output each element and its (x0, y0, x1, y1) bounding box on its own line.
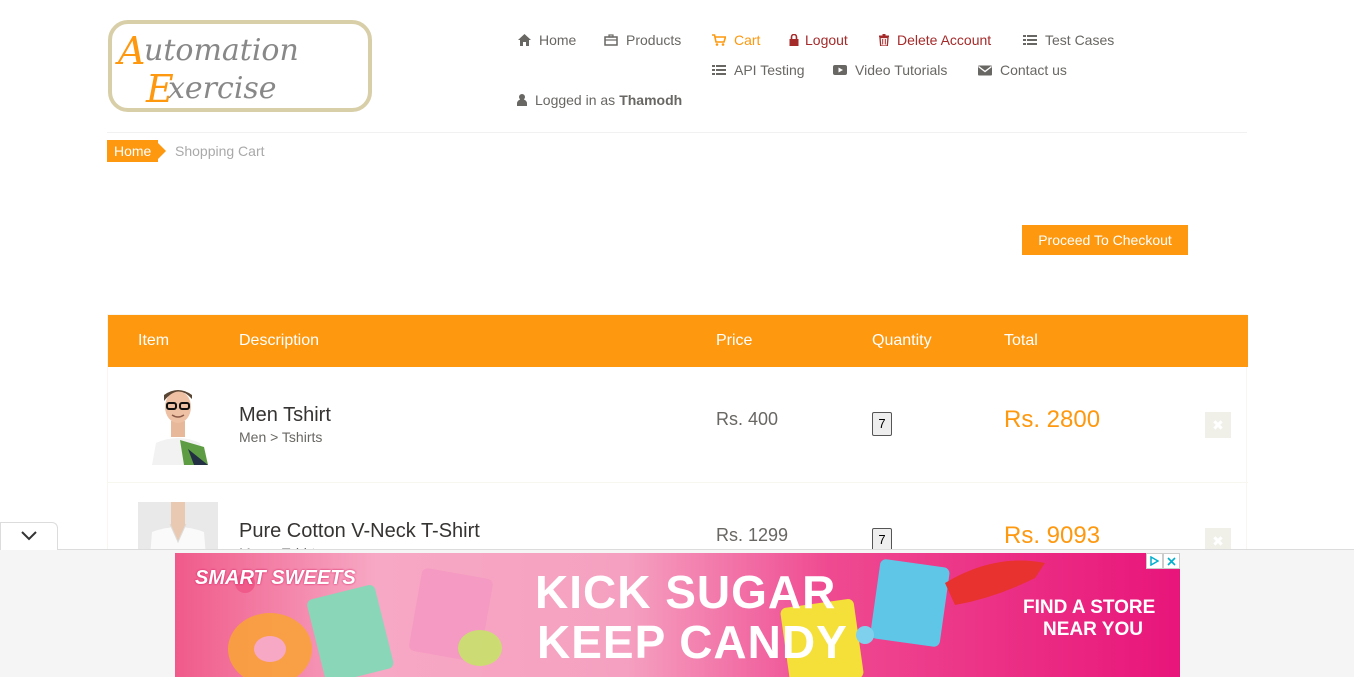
logo-mark-utomation: utomation (144, 33, 299, 68)
nav-logout[interactable]: Logout (789, 32, 848, 48)
ad-collapse-toggle[interactable] (0, 522, 58, 550)
logo-mark-xercise: xercise (168, 71, 277, 106)
nav-logout-label: Logout (805, 32, 848, 48)
logged-in-prefix: Logged in as (535, 92, 616, 108)
close-icon: ✖ (1212, 533, 1224, 549)
ad-cta-line-1: FIND A STORE (1023, 597, 1156, 618)
ad-badges (1146, 553, 1180, 569)
cart-icon (712, 33, 726, 47)
nav-delete-account[interactable]: Delete Account (879, 32, 991, 48)
product-category: Men > Tshirts (239, 429, 323, 445)
chevron-down-icon (21, 528, 37, 546)
nav-products-label: Products (626, 32, 682, 48)
list-icon (1023, 33, 1037, 47)
column-total: Total (1004, 332, 1038, 349)
breadcrumb-current: Shopping Cart (175, 143, 265, 159)
product-price: Rs. 400 (716, 409, 779, 429)
user-icon (517, 93, 527, 107)
nav-contact-us[interactable]: Contact us (978, 62, 1067, 78)
close-icon: ✖ (1212, 417, 1224, 433)
product-total: Rs. 9093 (1004, 522, 1101, 549)
envelope-icon (978, 63, 992, 77)
logo-mark-a: A (115, 29, 145, 73)
nav-products[interactable]: Products (604, 32, 681, 48)
nav-contact-us-label: Contact us (1000, 62, 1067, 78)
adchoices-icon[interactable] (1146, 553, 1163, 569)
nav-home-label: Home (539, 32, 577, 48)
nav-delete-account-label: Delete Account (897, 32, 992, 48)
trash-icon (879, 33, 889, 47)
quantity-button[interactable]: 7 (872, 412, 892, 436)
nav-cart[interactable]: Cart (712, 32, 760, 48)
ad-banner[interactable]: SMART SWEETS KICK SUGAR KEEP CANDY FIND … (175, 553, 1180, 677)
nav-api-testing-label: API Testing (734, 62, 805, 78)
ad-headline-2: KEEP CANDY (537, 616, 848, 668)
nav-api-testing[interactable]: API Testing (712, 62, 805, 78)
video-icon (833, 63, 847, 77)
product-name[interactable]: Men Tshirt (239, 404, 331, 427)
column-description: Description (239, 332, 320, 349)
nav-video-tutorials[interactable]: Video Tutorials (833, 62, 947, 78)
nav-video-tutorials-label: Video Tutorials (855, 62, 948, 78)
column-price: Price (716, 332, 753, 349)
breadcrumb-home[interactable]: Home (107, 140, 167, 162)
delete-item-button[interactable]: ✖ (1205, 412, 1231, 438)
logged-in-username: Thamodh (619, 92, 683, 108)
home-icon (517, 33, 531, 47)
product-total: Rs. 2800 (1004, 406, 1101, 433)
site-logo[interactable]: A utomation E xercise (108, 20, 372, 112)
product-image-men-tshirt[interactable] (138, 385, 218, 465)
list-icon (712, 63, 726, 77)
header-divider (107, 132, 1247, 133)
ad-cta-line-2: NEAR YOU (1043, 619, 1143, 640)
ad-brand-logo: SMART SWEETS (195, 567, 356, 589)
product-name[interactable]: Pure Cotton V-Neck T-Shirt (239, 520, 480, 543)
column-quantity: Quantity (872, 332, 932, 349)
nav-cart-label: Cart (734, 32, 761, 48)
logged-in-status: Logged in as Thamodh (517, 92, 682, 108)
products-icon (604, 33, 618, 47)
product-price: Rs. 1299 (716, 525, 789, 545)
nav-test-cases[interactable]: Test Cases (1023, 32, 1114, 48)
cart-table-header: Item Description Price Quantity Total (108, 315, 1248, 367)
table-row: Men Tshirt Men > Tshirts Rs. 400 7 Rs. 2… (108, 367, 1248, 483)
column-item: Item (138, 332, 170, 349)
close-icon[interactable] (1163, 553, 1180, 569)
nav-test-cases-label: Test Cases (1045, 32, 1115, 48)
ad-headline-1: KICK SUGAR (535, 566, 837, 618)
nav-home[interactable]: Home (517, 32, 576, 48)
lock-icon (789, 33, 799, 47)
proceed-to-checkout-button[interactable]: Proceed To Checkout (1022, 225, 1188, 255)
